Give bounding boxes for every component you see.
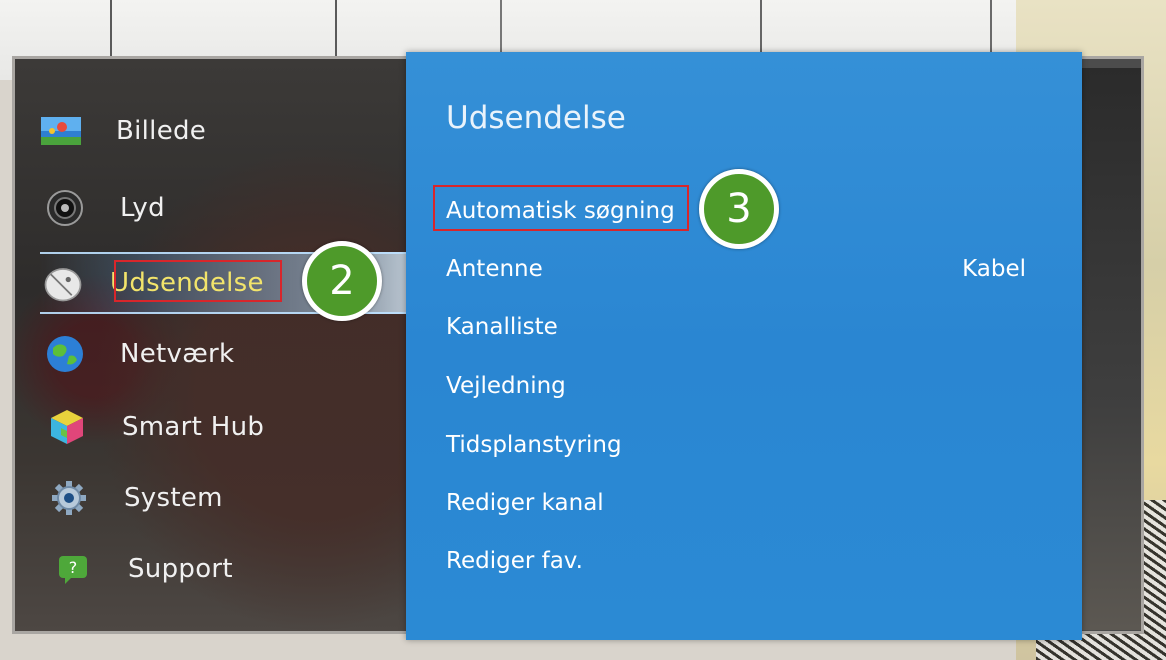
step-badge-3: 3 — [699, 169, 779, 249]
submenu-panel: Udsendelse Automatisk søgning Antenne Ka… — [406, 52, 1082, 640]
panel-row-vejledning[interactable]: Vejledning — [446, 366, 1046, 406]
menu-item-lyd[interactable]: Lyd — [44, 180, 165, 236]
panel-row-tidsplanstyring[interactable]: Tidsplanstyring — [446, 425, 1046, 465]
menu-item-label: Smart Hub — [122, 412, 265, 442]
row-label: Rediger fav. — [446, 548, 583, 574]
menu-item-label: Support — [128, 554, 233, 584]
menu-item-netvaerk[interactable]: Netværk — [44, 326, 234, 382]
picture-icon — [40, 112, 82, 150]
menu-item-smart-hub[interactable]: Smart Hub — [46, 399, 264, 455]
menu-item-label: Netværk — [120, 339, 235, 369]
row-label: Tidsplanstyring — [446, 432, 622, 458]
panel-row-kanalliste[interactable]: Kanalliste — [446, 307, 1046, 347]
menu-item-support[interactable]: ? Support — [52, 541, 233, 597]
menu-item-label: System — [124, 483, 223, 513]
highlight-box-udsendelse — [114, 260, 282, 302]
satellite-dish-icon — [42, 264, 84, 302]
highlight-box-automatisk-sogning — [433, 185, 689, 231]
globe-icon — [44, 335, 86, 373]
menu-item-system[interactable]: System — [48, 470, 223, 526]
speaker-icon — [44, 189, 86, 227]
row-label: Kanalliste — [446, 314, 558, 340]
menu-item-label: Billede — [116, 116, 207, 146]
menu-item-billede[interactable]: Billede — [40, 103, 206, 159]
help-icon: ? — [52, 550, 94, 588]
row-label: Rediger kanal — [446, 490, 604, 516]
step-badge-2: 2 — [302, 241, 382, 321]
panel-row-antenne[interactable]: Antenne Kabel — [446, 249, 1046, 289]
panel-row-rediger-kanal[interactable]: Rediger kanal — [446, 483, 1046, 523]
gear-icon — [48, 479, 90, 517]
row-label: Antenne — [446, 256, 543, 282]
row-value: Kabel — [962, 256, 1026, 282]
svg-text:?: ? — [69, 558, 78, 577]
panel-row-rediger-fav[interactable]: Rediger fav. — [446, 541, 1046, 581]
menu-item-label: Lyd — [120, 193, 165, 223]
row-label: Vejledning — [446, 373, 566, 399]
panel-title: Udsendelse — [446, 100, 626, 136]
smart-hub-cube-icon — [46, 408, 88, 446]
